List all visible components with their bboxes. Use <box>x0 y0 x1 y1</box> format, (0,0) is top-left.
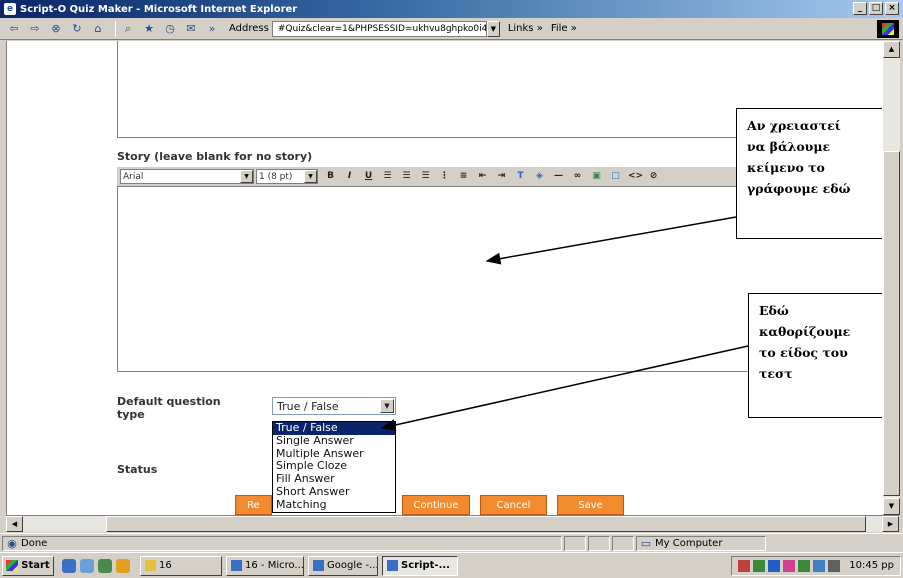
taskbar: Start 16 16 - Micro... Google -... Scrip… <box>0 552 903 578</box>
back-arrow-icon[interactable]: ⇦ <box>6 21 22 37</box>
minimize-button[interactable]: _ <box>853 2 867 15</box>
tray-icon[interactable] <box>798 559 811 572</box>
ie-logo-icon: e <box>4 3 16 15</box>
ie-icon <box>387 560 398 571</box>
home-icon[interactable]: ⌂ <box>90 21 106 37</box>
task-button-word[interactable]: 16 - Micro... <box>226 555 304 576</box>
forward-arrow-icon[interactable]: ⇨ <box>27 21 43 37</box>
system-tray: 10:45 pp <box>731 555 901 576</box>
status-pane-empty <box>612 535 634 551</box>
clock: 10:45 pp <box>849 560 894 571</box>
computer-icon: ▭ <box>640 536 652 550</box>
favorites-icon[interactable]: ★ <box>141 21 157 37</box>
scroll-down-icon[interactable]: ▼ <box>883 498 900 515</box>
zone-text: My Computer <box>655 537 723 549</box>
ie-icon <box>313 560 324 571</box>
stop-icon[interactable]: ⊗ <box>48 21 64 37</box>
task-label: Script-... <box>401 560 450 571</box>
vertical-scrollbar[interactable]: ▲ ▼ <box>882 41 900 515</box>
start-label: Start <box>21 560 50 571</box>
horizontal-scrollbar[interactable]: ◀ ▶ <box>6 515 899 532</box>
ie-quicklaunch-icon[interactable] <box>62 558 76 573</box>
tray-icon[interactable] <box>768 559 781 572</box>
status-pane-empty <box>564 535 586 551</box>
task-button-folder[interactable]: 16 <box>140 555 222 576</box>
maximize-button[interactable]: □ <box>869 2 883 15</box>
status-pane: ◉ Done <box>2 535 562 551</box>
more-chevron-icon[interactable]: » <box>204 21 220 37</box>
browser-toolbar: ⇦ ⇨ ⊗ ↻ ⌂ ⌕ ★ ◷ ✉ » Address #Quiz&clear=… <box>0 18 903 40</box>
type-arrow <box>380 345 749 431</box>
done-page-icon: ◉ <box>7 536 17 550</box>
scroll-right-icon[interactable]: ▶ <box>882 516 899 532</box>
task-button-script[interactable]: Script-... <box>382 555 458 576</box>
windows-logo-icon <box>877 19 899 38</box>
word-icon <box>231 560 242 571</box>
address-value: #Quiz&clear=1&PHPSESSID=ukhvu8ghpko0i46g… <box>277 23 487 34</box>
tray-icon[interactable] <box>753 559 766 572</box>
desktop-quicklaunch-icon[interactable] <box>98 558 112 573</box>
window-title: Script-O Quiz Maker - Microsoft Internet… <box>20 3 298 15</box>
file-menu[interactable]: File » <box>551 23 577 34</box>
history-icon[interactable]: ◷ <box>162 21 178 37</box>
story-arrow <box>485 216 737 265</box>
annotation-arrows <box>380 216 749 431</box>
task-label: 16 - Micro... <box>245 560 304 571</box>
outlook-quicklaunch-icon[interactable] <box>80 558 94 573</box>
scroll-thumb[interactable] <box>883 151 900 496</box>
task-label: Google -... <box>327 560 378 571</box>
status-bar: ◉ Done ▭ My Computer <box>0 533 903 552</box>
media-quicklaunch-icon[interactable] <box>116 558 130 573</box>
tray-icon[interactable] <box>813 559 826 572</box>
horizontal-scroll-thumb[interactable] <box>106 516 866 532</box>
address-dropdown-button[interactable]: ▼ <box>486 20 500 37</box>
tray-icon[interactable] <box>783 559 796 572</box>
start-button[interactable]: Start <box>2 555 54 576</box>
links-button[interactable]: Links » <box>508 23 543 34</box>
address-label: Address <box>229 23 269 34</box>
status-pane-empty <box>588 535 610 551</box>
tray-icon[interactable] <box>738 559 751 572</box>
scroll-up-icon[interactable]: ▲ <box>883 41 900 58</box>
search-icon[interactable]: ⌕ <box>120 21 136 37</box>
task-label: 16 <box>159 560 172 571</box>
mail-icon[interactable]: ✉ <box>183 21 199 37</box>
windows-flag-icon <box>6 560 19 571</box>
folder-icon <box>145 560 156 571</box>
toolbar-divider <box>115 20 116 37</box>
refresh-icon[interactable]: ↻ <box>69 21 85 37</box>
scroll-left-icon[interactable]: ◀ <box>6 516 23 532</box>
page-content: Story (leave blank for no story) Arial ▼… <box>6 41 882 515</box>
close-button[interactable]: × <box>885 2 899 15</box>
status-text: Done <box>21 537 48 549</box>
zone-pane: ▭ My Computer <box>636 535 766 551</box>
window-title-bar: e Script-O Quiz Maker - Microsoft Intern… <box>0 0 903 18</box>
address-input[interactable]: #Quiz&clear=1&PHPSESSID=ukhvu8ghpko0i46g… <box>271 20 487 37</box>
speaker-icon[interactable] <box>828 559 841 572</box>
task-button-google[interactable]: Google -... <box>308 555 378 576</box>
